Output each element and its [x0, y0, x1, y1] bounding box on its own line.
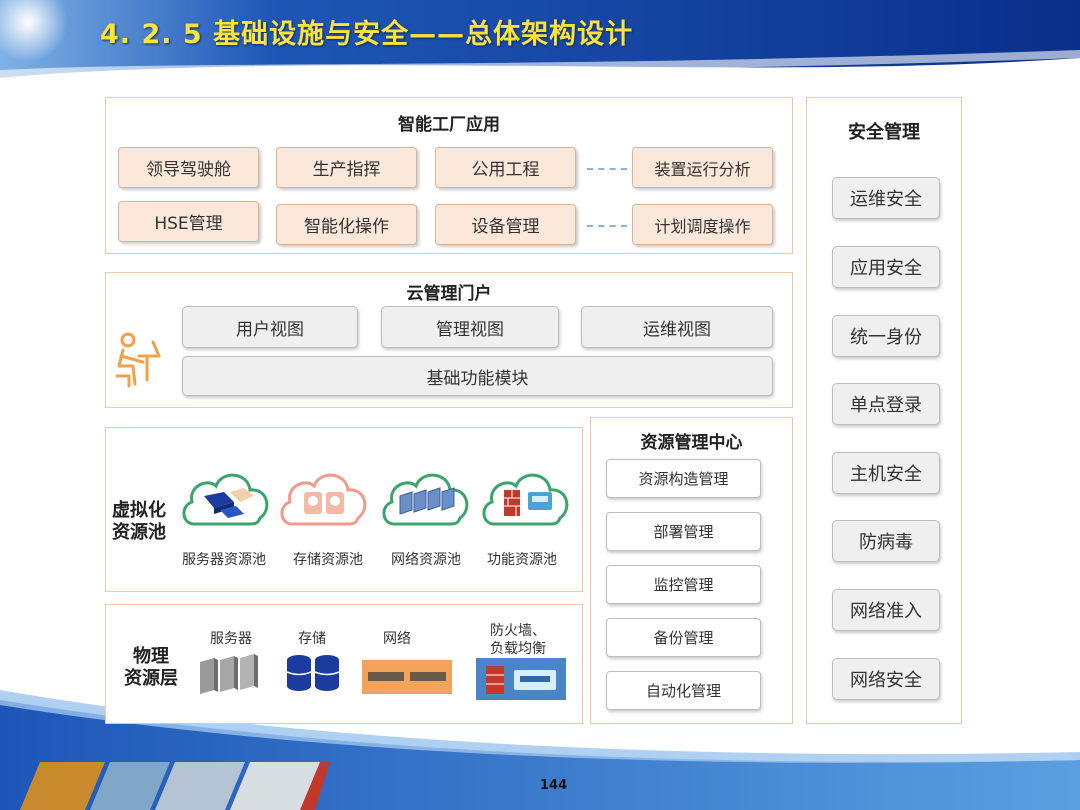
dashed-connector — [587, 225, 627, 227]
cloud-network-pool-icon — [382, 473, 469, 526]
pool-label-storage: 存储资源池 — [293, 552, 363, 568]
app-utility-engineering[interactable]: 公用工程 — [435, 147, 576, 188]
view-operations[interactable]: 运维视图 — [581, 306, 773, 348]
cloud-function-pool-icon — [482, 473, 569, 526]
view-user[interactable]: 用户视图 — [182, 306, 358, 348]
cloud-portal-title: 云管理门户 — [406, 284, 492, 304]
security-network[interactable]: 网络安全 — [832, 658, 940, 700]
resource-center-title: 资源管理中心 — [640, 433, 743, 453]
app-smart-operation[interactable]: 智能化操作 — [276, 204, 417, 245]
automation-management[interactable]: 自动化管理 — [606, 671, 761, 710]
security-sso[interactable]: 单点登录 — [832, 383, 940, 425]
app-hse-management[interactable]: HSE管理 — [118, 201, 259, 242]
security-network-access[interactable]: 网络准入 — [832, 589, 940, 631]
view-management[interactable]: 管理视图 — [381, 306, 559, 348]
network-switch-icon — [362, 660, 452, 694]
security-host[interactable]: 主机安全 — [832, 452, 940, 494]
app-planning-scheduling[interactable]: 计划调度操作 — [632, 204, 773, 245]
deployment-management[interactable]: 部署管理 — [606, 512, 761, 551]
cloud-server-pool-icon — [182, 473, 269, 526]
virtual-pool-label: 虚拟化 资源池 — [112, 500, 166, 543]
physical-layer-label: 物理 资源层 — [124, 646, 178, 689]
smart-factory-title: 智能工厂应用 — [398, 115, 500, 135]
security-app[interactable]: 应用安全 — [832, 246, 940, 288]
cloud-storage-pool-icon — [280, 473, 367, 526]
security-identity[interactable]: 统一身份 — [832, 315, 940, 357]
app-equipment-management[interactable]: 设备管理 — [435, 204, 576, 245]
pool-label-server: 服务器资源池 — [182, 552, 266, 568]
storage-db-icon — [286, 655, 340, 691]
security-ops[interactable]: 运维安全 — [832, 177, 940, 219]
server-rack-icon — [200, 654, 258, 694]
app-leader-cockpit[interactable]: 领导驾驶舱 — [118, 147, 259, 188]
pool-label-function: 功能资源池 — [487, 552, 557, 568]
base-function-module[interactable]: 基础功能模块 — [182, 356, 773, 396]
monitoring-management[interactable]: 监控管理 — [606, 565, 761, 604]
physical-label-firewall: 防火墙、 负载均衡 — [490, 623, 546, 657]
firewall-loadbalancer-icon — [476, 658, 566, 700]
app-production-command[interactable]: 生产指挥 — [276, 147, 417, 188]
dashed-connector — [587, 168, 627, 170]
resource-construct-management[interactable]: 资源构造管理 — [606, 459, 761, 498]
physical-label-network: 网络 — [383, 631, 411, 647]
physical-label-storage: 存储 — [298, 631, 326, 647]
backup-management[interactable]: 备份管理 — [606, 618, 761, 657]
slide-title: 4. 2. 5 基础设施与安全——总体架构设计 — [100, 19, 634, 50]
security-title: 安全管理 — [848, 122, 920, 143]
footer-photo-strip — [20, 762, 330, 810]
physical-label-server: 服务器 — [210, 631, 252, 647]
user-at-desk-icon — [115, 332, 161, 388]
security-antivirus[interactable]: 防病毒 — [832, 520, 940, 562]
app-unit-operation-analysis[interactable]: 装置运行分析 — [632, 147, 773, 188]
page-number: 144 — [540, 778, 568, 793]
pool-label-network: 网络资源池 — [391, 552, 461, 568]
